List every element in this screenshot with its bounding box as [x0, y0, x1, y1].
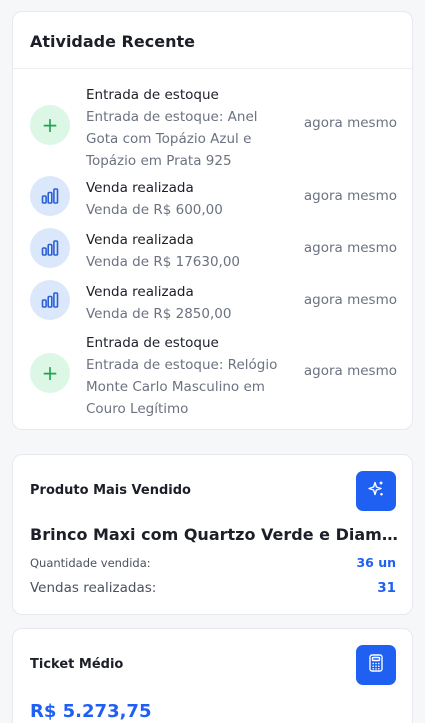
sparkles-button[interactable] [356, 471, 396, 511]
top-product-card: Produto Mais Vendido Brinco Maxi com Qua… [12, 454, 413, 615]
plus-icon: + [30, 105, 70, 145]
sales-count-row: Vendas realizadas: 31 [30, 580, 396, 596]
average-ticket-value: R$ 5.273,75 [30, 701, 152, 722]
activity-item-title: Venda realizada [86, 232, 194, 248]
recent-activity-header: Atividade Recente [13, 12, 412, 69]
activity-item-title: Venda realizada [86, 180, 194, 196]
recent-activity-card: Atividade Recente + Entrada de estoque E… [12, 11, 413, 430]
calculator-icon [368, 654, 384, 676]
sparkles-icon [367, 480, 385, 502]
activity-item-title: Entrada de estoque [86, 335, 219, 351]
activity-item[interactable]: + Entrada de estoque Entrada de estoque:… [30, 329, 397, 419]
plus-icon: + [30, 353, 70, 393]
activity-item-desc: Couro Legítimo [86, 401, 189, 417]
sales-count-label: Vendas realizadas: [30, 580, 157, 596]
activity-item-desc: Venda de R$ 17630,00 [86, 254, 241, 270]
activity-item-title: Venda realizada [86, 284, 194, 300]
activity-item-desc: Entrada de estoque: Relógio [86, 357, 278, 373]
activity-item-desc: Entrada de estoque: Anel [86, 109, 258, 125]
activity-item[interactable]: + Entrada de estoque Entrada de estoque:… [30, 81, 397, 171]
activity-item-title: Entrada de estoque [86, 87, 219, 103]
bar-chart-icon [30, 176, 70, 216]
bar-chart-icon [30, 228, 70, 268]
average-ticket-card: Ticket Médio R$ 5.273,75 [12, 628, 413, 723]
quantity-sold-row: Quantidade vendida: 36 un [30, 555, 396, 570]
activity-item-time: agora mesmo [303, 292, 397, 308]
activity-item-desc: Gota com Topázio Azul e [86, 131, 252, 147]
activity-item-desc: Monte Carlo Masculino em [86, 379, 265, 395]
activity-item[interactable]: Venda realizada Venda de R$ 2850,00 agor… [30, 280, 397, 328]
activity-item-time: agora mesmo [303, 240, 397, 256]
activity-item-desc: Venda de R$ 600,00 [86, 202, 223, 218]
recent-activity-title: Atividade Recente [30, 32, 195, 51]
activity-item-time: agora mesmo [303, 363, 397, 379]
top-product-name: Brinco Maxi com Quartzo Verde e Diamante… [30, 525, 398, 544]
average-ticket-label: Ticket Médio [30, 657, 124, 672]
quantity-sold-value: 36 un [356, 555, 396, 570]
bar-chart-icon [30, 280, 70, 320]
activity-item[interactable]: Venda realizada Venda de R$ 600,00 agora… [30, 176, 397, 224]
activity-item-time: agora mesmo [303, 115, 397, 131]
top-product-label: Produto Mais Vendido [30, 483, 191, 498]
activity-item-time: agora mesmo [303, 188, 397, 204]
calculator-button[interactable] [356, 645, 396, 685]
sales-count-value: 31 [377, 580, 396, 596]
quantity-sold-label: Quantidade vendida: [30, 555, 151, 570]
activity-item-desc: Venda de R$ 2850,00 [86, 306, 232, 322]
activity-item[interactable]: Venda realizada Venda de R$ 17630,00 ago… [30, 228, 397, 276]
activity-item-desc: Topázio em Prata 925 [86, 153, 232, 169]
